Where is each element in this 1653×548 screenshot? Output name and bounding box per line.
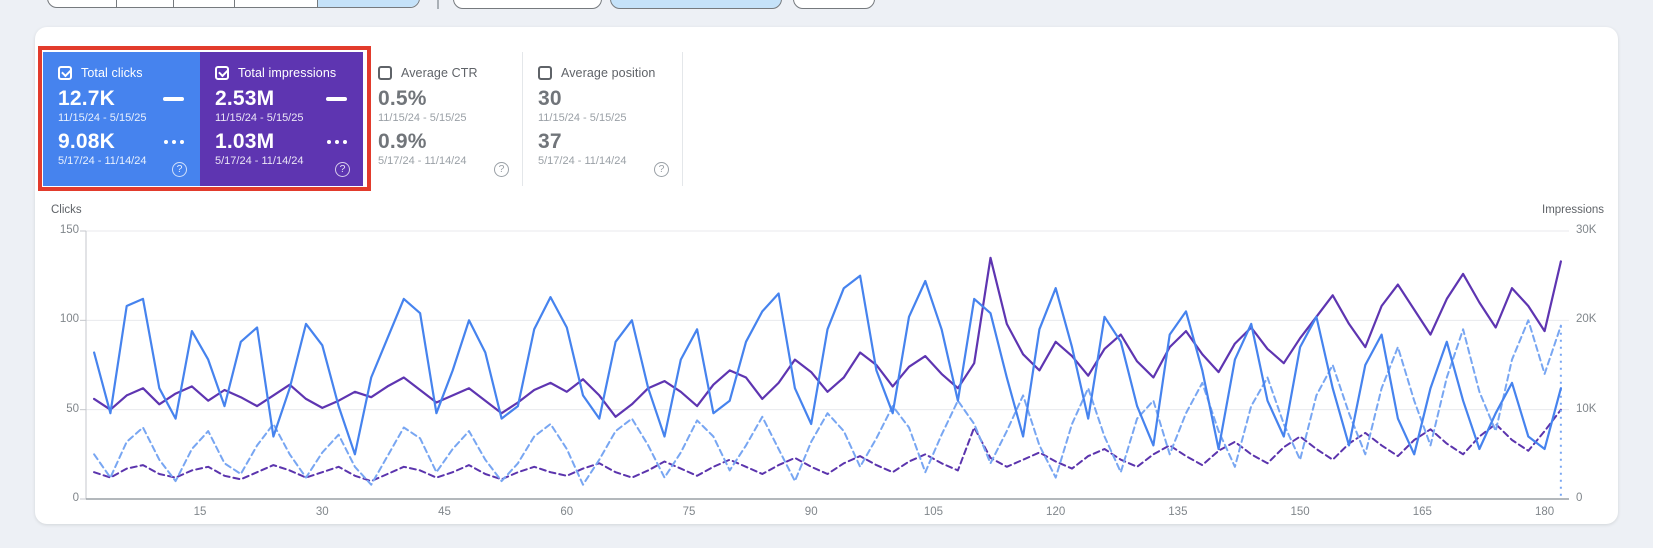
card-range-current: 11/15/24 - 5/15/25 (538, 112, 627, 124)
card-value-previous: 0.9% (378, 130, 427, 153)
help-icon[interactable] (172, 162, 187, 177)
solid-line-legend-icon (326, 97, 347, 101)
toolbar-divider (437, 0, 439, 9)
card-label: Average CTR (401, 66, 478, 80)
card-range-previous: 5/17/24 - 11/14/24 (58, 155, 147, 167)
metric-card-average-position[interactable]: Average position 30 11/15/24 - 5/15/25 3… (523, 52, 683, 186)
x-axis-tick-label: 30 (315, 506, 329, 518)
card-label: Total clicks (81, 66, 143, 80)
performance-panel: Total clicks 12.7K 11/15/24 - 5/15/25 9.… (35, 27, 1618, 524)
checkbox-total-clicks[interactable] (58, 66, 72, 80)
y-axis-tick-label-right: 30K (1576, 224, 1597, 236)
filter-chip[interactable] (453, 0, 602, 9)
y-axis-tick-label-right: 0 (1576, 492, 1583, 504)
dotted-line-legend-icon (164, 140, 168, 144)
x-axis-tick-label: 135 (1168, 506, 1188, 518)
right-axis-title: Impressions (1542, 204, 1604, 216)
metric-card-average-ctr[interactable]: Average CTR 0.5% 11/15/24 - 5/15/25 0.9%… (363, 52, 523, 186)
metric-card-total-clicks[interactable]: Total clicks 12.7K 11/15/24 - 5/15/25 9.… (43, 52, 200, 186)
card-range-previous: 5/17/24 - 11/14/24 (378, 155, 467, 167)
x-axis-tick-label: 75 (682, 506, 696, 518)
card-range-current: 11/15/24 - 5/15/25 (378, 112, 467, 124)
series-line-clicks-current (92, 274, 1563, 456)
card-value-previous: 9.08K (58, 130, 116, 153)
series-line-impressions-previous (93, 408, 1562, 483)
checkbox-average-position[interactable] (538, 66, 552, 80)
metric-card-total-impressions[interactable]: Total impressions 2.53M 11/15/24 - 5/15/… (200, 52, 363, 186)
solid-line-legend-icon (163, 97, 184, 101)
toolbar-tab-group[interactable] (47, 0, 420, 8)
x-axis-tick-label: 120 (1046, 506, 1066, 518)
y-axis-tick-label-left: 100 (59, 313, 79, 326)
y-axis-tick-label-right: 10K (1576, 402, 1597, 415)
help-icon[interactable] (494, 162, 509, 177)
card-value-current: 0.5% (378, 87, 427, 110)
card-range-previous: 5/17/24 - 11/14/24 (215, 155, 304, 167)
series-line-impressions-current (92, 256, 1563, 418)
filter-chip[interactable] (793, 0, 875, 9)
card-value-current: 2.53M (215, 87, 275, 110)
y-axis-tick-label-right: 20K (1576, 313, 1597, 326)
y-axis-tick-label-left: 150 (59, 224, 79, 236)
toolbar-tab[interactable] (48, 0, 116, 7)
help-icon[interactable] (654, 162, 669, 177)
x-axis-tick-label: 105 (923, 506, 944, 518)
toolbar-tab[interactable] (173, 0, 234, 7)
x-axis-tick-label: 180 (1534, 506, 1555, 518)
x-axis-tick-label: 45 (438, 506, 451, 518)
card-value-current: 12.7K (58, 87, 116, 110)
x-axis-tick-label: 90 (804, 506, 818, 518)
dotted-line-legend-icon (327, 140, 331, 144)
card-range-current: 11/15/24 - 5/15/25 (215, 112, 304, 124)
checkbox-average-ctr[interactable] (378, 66, 392, 80)
card-label: Total impressions (238, 66, 337, 80)
card-range-previous: 5/17/24 - 11/14/24 (538, 155, 627, 167)
x-axis-tick-label: 15 (193, 506, 207, 518)
checkbox-total-impressions[interactable] (215, 66, 229, 80)
x-axis-tick-label: 165 (1412, 506, 1432, 518)
y-axis-tick-label-left: 0 (72, 492, 79, 504)
card-value-current: 30 (538, 87, 562, 110)
help-icon[interactable] (335, 162, 350, 177)
card-value-previous: 1.03M (215, 130, 275, 153)
card-label: Average position (561, 66, 656, 80)
toolbar-tab[interactable] (115, 0, 174, 7)
filter-chip-active[interactable] (610, 0, 782, 9)
card-range-current: 11/15/24 - 5/15/25 (58, 112, 147, 124)
x-axis-tick-label: 60 (560, 506, 574, 518)
x-axis-tick-label: 150 (1290, 506, 1310, 518)
left-axis-title: Clicks (51, 204, 82, 216)
toolbar-tab-active[interactable] (316, 0, 419, 7)
series-line-clicks-previous (93, 319, 1562, 486)
y-axis-tick-label-left: 50 (66, 402, 79, 415)
toolbar-tab[interactable] (233, 0, 317, 7)
card-value-previous: 37 (538, 130, 562, 153)
